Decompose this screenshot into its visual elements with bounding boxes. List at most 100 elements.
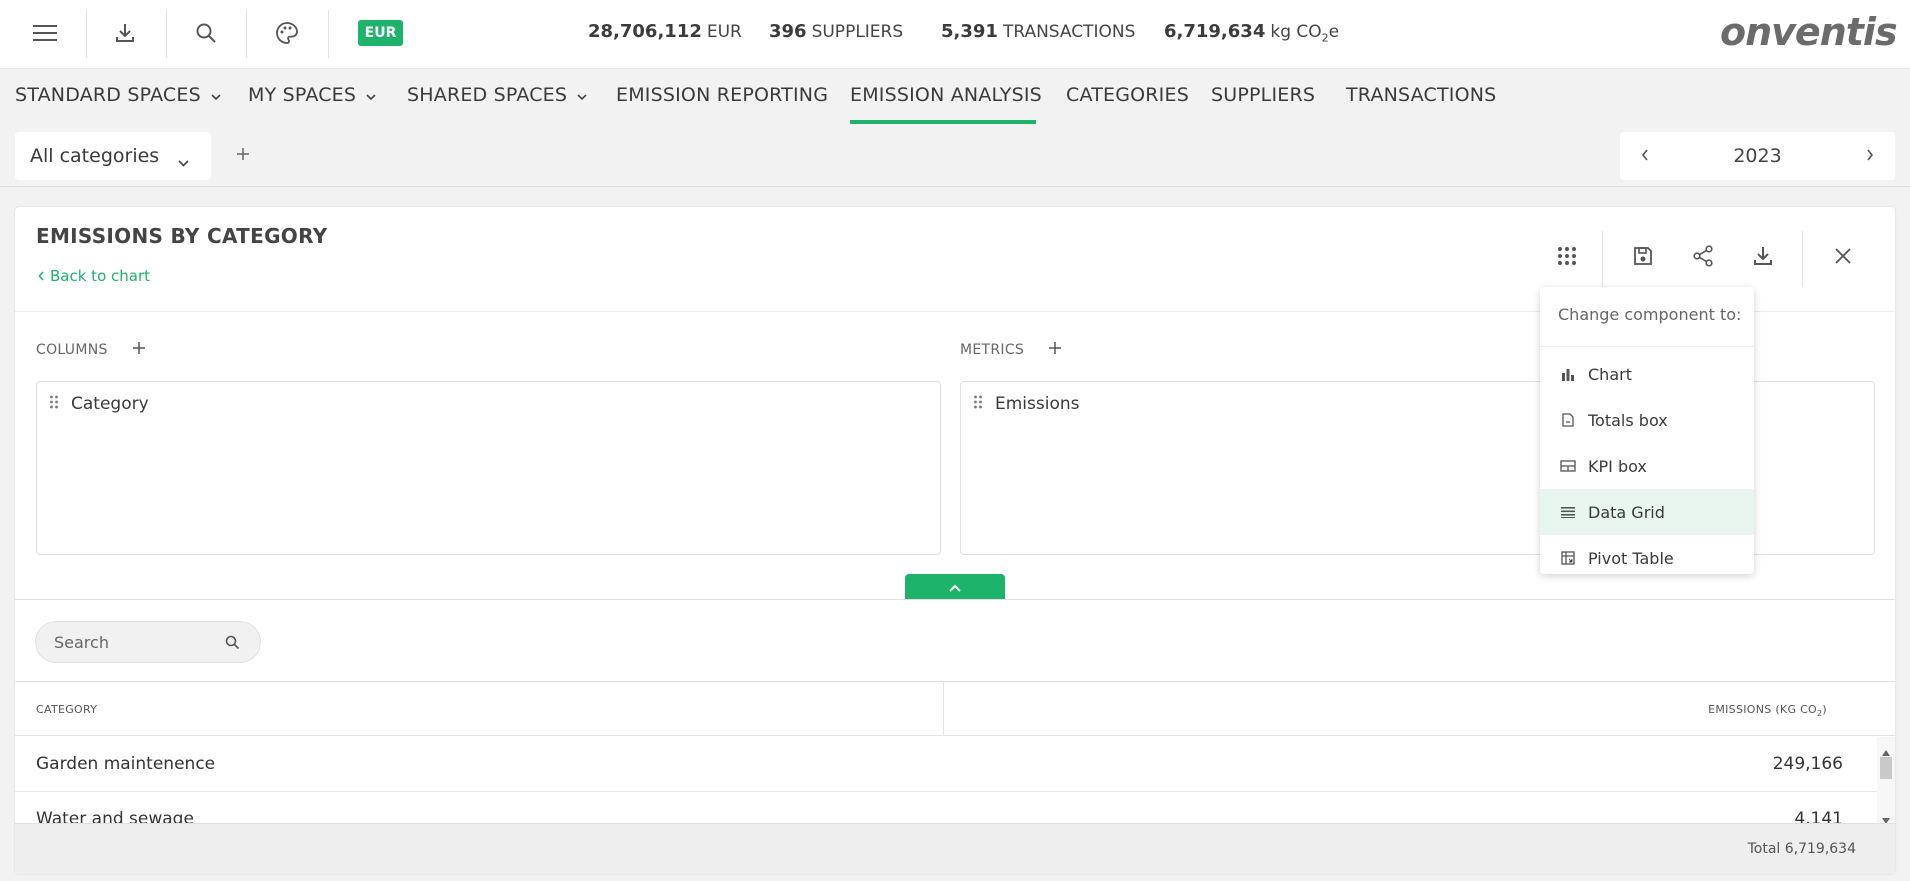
active-tab-indicator	[850, 120, 1036, 124]
close-button[interactable]	[1828, 243, 1858, 273]
save-icon	[1632, 245, 1654, 271]
nav-shared-spaces[interactable]: SHARED SPACES	[407, 84, 587, 106]
totals-box-icon	[1560, 413, 1576, 427]
menu-item-label: Pivot Table	[1588, 548, 1674, 568]
top-bar: EUR 28,706,112 EUR 396 SUPPLIERS 5,391 TRAN…	[0, 0, 1910, 69]
grid-total: Total 6,719,634	[1747, 841, 1856, 857]
nav-emission-reporting[interactable]: EMISSION REPORTING	[616, 84, 828, 106]
nav-my-spaces[interactable]: MY SPACES	[248, 84, 376, 106]
download-button[interactable]	[100, 10, 150, 56]
divider	[1602, 231, 1603, 287]
chip-label: Category	[71, 394, 149, 414]
export-button[interactable]	[1748, 243, 1778, 273]
divider	[328, 10, 329, 58]
menu-button[interactable]	[20, 10, 70, 56]
chevron-left-icon	[38, 267, 44, 285]
stat-emissions: 6,719,634 kg CO2e	[1164, 21, 1340, 45]
divider	[15, 599, 1895, 600]
download-icon	[1752, 245, 1774, 271]
divider	[166, 10, 167, 58]
share-button[interactable]	[1688, 243, 1718, 273]
menu-item-label: Data Grid	[1588, 502, 1665, 522]
category-select[interactable]: All categories	[15, 132, 211, 180]
grid-header: CATEGORY EMISSIONS (KG CO2)	[15, 682, 1895, 736]
bar-chart-icon	[1560, 367, 1576, 381]
grid-search	[35, 621, 261, 663]
nav-categories[interactable]: CATEGORIES	[1066, 84, 1189, 106]
back-link-label: Back to chart	[50, 267, 151, 285]
hamburger-icon	[33, 24, 57, 42]
year-value: 2023	[1733, 145, 1782, 167]
add-column-button[interactable]	[132, 341, 146, 359]
column-header-category[interactable]: CATEGORY	[36, 703, 97, 716]
chip-label: Emissions	[995, 394, 1080, 414]
menu-header: Change component to:	[1558, 305, 1742, 324]
main-nav: STANDARD SPACES MY SPACES SHARED SPACES …	[0, 69, 1910, 125]
back-to-chart-link[interactable]: Back to chart	[38, 267, 150, 285]
card-title: EMISSIONS BY CATEGORY	[36, 224, 328, 248]
chevron-up-icon	[949, 577, 961, 596]
change-component-menu: Change component to: Chart Totals box KP…	[1540, 287, 1754, 574]
search-icon[interactable]	[225, 635, 240, 650]
menu-item-data-grid[interactable]: Data Grid	[1540, 489, 1754, 535]
cell-emissions: 249,166	[1772, 754, 1843, 774]
grid-dots-icon	[1556, 245, 1578, 271]
menu-item-pivot-table[interactable]: Pivot Table	[1540, 535, 1754, 581]
nav-standard-spaces[interactable]: STANDARD SPACES	[15, 84, 221, 106]
chevron-right-icon[interactable]	[1865, 146, 1875, 168]
data-grid-icon	[1560, 506, 1576, 518]
divider	[1802, 231, 1803, 287]
grid-body: Garden maintenence 249,166 Water and sew…	[15, 737, 1895, 823]
divider	[1540, 346, 1754, 347]
metric-chip-emissions[interactable]: Emissions	[973, 394, 1080, 414]
table-row[interactable]: Water and sewage 4,141	[15, 792, 1877, 823]
brand-logo[interactable]: onventis	[1720, 10, 1898, 54]
pivot-table-icon	[1560, 551, 1576, 565]
column-header-emissions[interactable]: EMISSIONS (KG CO2)	[1708, 703, 1827, 718]
stat-transactions: 5,391 TRANSACTIONS	[941, 21, 1136, 42]
kpi-box-icon	[1560, 460, 1576, 472]
filter-bar: All categories 2023	[0, 125, 1910, 187]
add-metric-button[interactable]	[1048, 341, 1062, 359]
add-filter-button[interactable]	[231, 143, 255, 167]
collapse-config-button[interactable]	[905, 574, 1005, 599]
menu-item-chart[interactable]: Chart	[1540, 351, 1754, 397]
table-row[interactable]: Garden maintenence 249,166	[15, 737, 1877, 792]
drag-handle-icon[interactable]	[49, 394, 59, 414]
grid-scrollbar[interactable]	[1877, 737, 1895, 824]
grid-footer: Total 6,719,634	[15, 823, 1895, 874]
menu-item-label: Chart	[1588, 364, 1632, 384]
column-chip-category[interactable]: Category	[49, 394, 149, 414]
cell-emissions: 4,141	[1794, 809, 1843, 823]
nav-suppliers[interactable]: SUPPLIERS	[1211, 84, 1315, 106]
plus-icon	[236, 146, 250, 165]
save-button[interactable]	[1628, 243, 1658, 273]
menu-item-label: Totals box	[1588, 410, 1668, 430]
change-component-button[interactable]	[1552, 243, 1582, 273]
drag-handle-icon[interactable]	[973, 394, 983, 414]
scrollbar-thumb[interactable]	[1880, 757, 1892, 779]
search-input[interactable]	[54, 630, 214, 654]
columns-label: COLUMNS	[36, 341, 146, 359]
download-icon	[114, 22, 136, 44]
currency-badge[interactable]: EUR	[358, 20, 403, 46]
cell-category: Garden maintenence	[36, 754, 216, 774]
column-resize-handle[interactable]	[943, 682, 944, 736]
columns-drop-zone[interactable]: Category	[36, 381, 941, 555]
search-button[interactable]	[181, 10, 231, 56]
metrics-label: METRICS	[960, 341, 1062, 359]
chevron-down-icon	[577, 84, 587, 106]
menu-item-totals-box[interactable]: Totals box	[1540, 397, 1754, 443]
nav-emission-analysis[interactable]: EMISSION ANALYSIS	[850, 84, 1042, 106]
share-icon	[1692, 245, 1714, 271]
nav-transactions[interactable]: TRANSACTIONS	[1346, 84, 1496, 106]
stat-spend: 28,706,112 EUR	[588, 21, 742, 42]
cell-category: Water and sewage	[36, 809, 194, 823]
divider	[86, 10, 87, 58]
divider	[246, 10, 247, 58]
menu-item-kpi-box[interactable]: KPI box	[1540, 443, 1754, 489]
palette-icon	[275, 21, 299, 45]
theme-button[interactable]	[262, 10, 312, 56]
chevron-down-icon	[366, 84, 376, 106]
category-select-value: All categories	[30, 145, 160, 167]
